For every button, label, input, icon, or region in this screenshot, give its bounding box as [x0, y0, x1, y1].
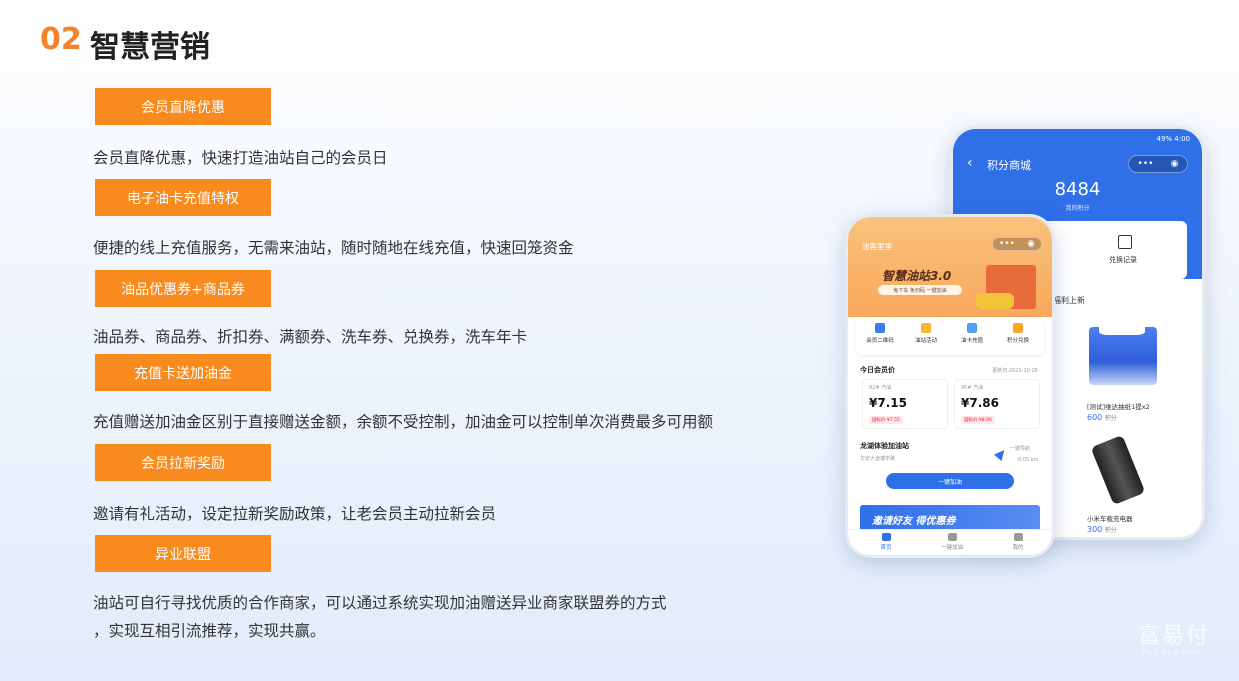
feature-desc-alliance: 油站可自行寻找优质的合作商家，可以通过系统实现加油赠送异业商家联盟券的方式 [93, 594, 667, 612]
product-name[interactable]: [测试]维达抽纸1提x2 [1087, 401, 1150, 411]
station-distance: 0.05 km [1018, 457, 1039, 463]
product-price: 600 积分 [1087, 413, 1117, 422]
user-icon [1013, 533, 1023, 541]
quick-menu-station-activity[interactable]: 油站活动 [906, 323, 946, 344]
quick-menu-member-qr[interactable]: 会员二维码 [860, 323, 900, 344]
back-arrow-icon[interactable]: ‹ [967, 155, 973, 171]
brand-watermark-domain: FuYiPay.com [1142, 648, 1202, 657]
tab-mine[interactable]: 我的 [998, 533, 1038, 551]
station-name: 龙湖体验加油站 [860, 442, 909, 450]
feature-desc-alliance-cont: ，实现互相引流推荐，实现共赢。 [93, 622, 326, 640]
fuel-name: 95# 汽油 [961, 385, 984, 391]
card-icon [967, 323, 977, 333]
feature-badge-referral: 会员拉新奖励 [95, 444, 271, 481]
feature-desc-referral: 邀请有礼活动，设定拉新奖励政策，让老会员主动拉新会员 [93, 505, 497, 523]
station-address: 华安大道博学路 [860, 456, 896, 462]
feature-desc-card-recharge: 便捷的线上充值服务，无需来油站，随时随地在线充值，快速回笼资金 [93, 239, 574, 257]
points-label: 我的积分 [1065, 205, 1090, 212]
welfare-section-title: 福利上新 [1053, 296, 1085, 305]
feature-badge-member-discount: 会员直降优惠 [95, 88, 271, 125]
feature-desc-coupons: 油品券、商品券、折扣券、满额券、洗车券、兑换券，洗车年卡 [93, 328, 528, 346]
product-name[interactable]: 小米车载充电器 [1087, 513, 1133, 523]
fuel-pump-icon [947, 533, 957, 541]
feature-desc-member-discount: 会员直降优惠，快速打造油站自己的会员日 [93, 149, 388, 167]
feature-desc-recharge-bonus: 充值赠送加油金区别于直接赠送金额，余额不受控制，加油金可以控制单次消费最多可用额 [93, 413, 714, 431]
feature-badge-recharge-bonus: 充值卡送加油金 [95, 354, 271, 391]
mini-program-capsule[interactable]: ••• ◉ [1128, 155, 1188, 173]
charger-product-image[interactable] [1090, 434, 1146, 506]
quick-menu-points-exchange[interactable]: 积分兑换 [998, 323, 1038, 344]
one-click-refuel-button[interactable]: 一键加油 [886, 473, 1014, 489]
fuel-name: 92# 汽油 [869, 385, 892, 391]
tab-refuel[interactable]: 一键加油 [932, 533, 972, 551]
navigation-label[interactable]: 一键导航 [1010, 445, 1030, 452]
car-illustration [976, 293, 1014, 309]
nav-title: 油客里里 [862, 242, 892, 251]
section-number: 02 [40, 22, 82, 57]
activity-icon [921, 323, 931, 333]
tissue-product-image[interactable] [1089, 319, 1157, 385]
fuel-price: ¥7.15 [869, 396, 907, 410]
status-bar: 49% 4:00 [1156, 135, 1190, 143]
product-price: 300 积分 [1087, 525, 1117, 534]
home-icon [881, 533, 891, 541]
fuel-national-price: 国标价 ¥7.55 [869, 416, 903, 424]
tab-home[interactable]: 首页 [866, 533, 906, 551]
banner-subtitle: 免下车 免扫码 一键加油 [878, 285, 962, 295]
points-value: 8484 [1054, 179, 1101, 200]
banner-title: 智慧油站3.0 [882, 269, 952, 283]
nav-title: 积分商城 [987, 159, 1031, 172]
exchange-record-icon[interactable] [1118, 235, 1132, 249]
exchange-record-label[interactable]: 兑换记录 [1109, 255, 1137, 265]
mini-program-capsule[interactable]: ••• ◉ [992, 237, 1042, 251]
gift-icon [1013, 323, 1023, 333]
invite-banner-text: 邀请好友 得优惠券 [872, 516, 956, 527]
fuel-price-card[interactable]: 92# 汽油 ¥7.15 国标价 ¥7.55 [862, 379, 948, 429]
feature-badge-card-recharge: 电子油卡充值特权 [95, 179, 271, 216]
qr-code-icon [875, 323, 885, 333]
quick-menu-card-recharge[interactable]: 油卡充值 [952, 323, 992, 344]
fuel-national-price: 国标价 ¥8.06 [961, 416, 995, 424]
phone-mockup-station-home: 油客里里 ••• ◉ 智慧油站3.0 免下车 免扫码 一键加油 会员二维码 油站活… [845, 214, 1055, 558]
page-title: 智慧营销 [90, 30, 210, 65]
feature-badge-coupons: 油品优惠券+商品券 [95, 270, 271, 307]
feature-badge-alliance: 异业联盟 [95, 535, 271, 572]
update-time: 更新日:2021-10-26 [992, 368, 1038, 374]
fuel-price: ¥7.86 [961, 396, 999, 410]
fuel-price-card[interactable]: 95# 汽油 ¥7.86 国标价 ¥8.06 [954, 379, 1040, 429]
brand-watermark: 富易付 [1138, 624, 1211, 649]
member-price-title: 今日会员价 [860, 366, 895, 374]
